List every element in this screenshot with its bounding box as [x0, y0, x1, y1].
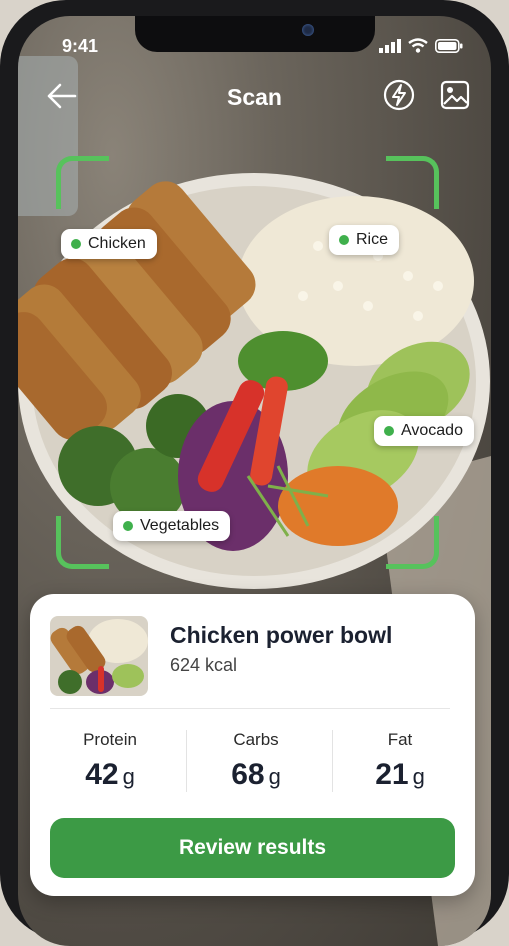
front-camera	[302, 24, 314, 36]
detection-label: Vegetables	[140, 517, 220, 534]
macro-value: 42	[85, 758, 119, 791]
macro-unit: g	[122, 764, 135, 789]
macro-unit: g	[412, 764, 425, 789]
macro-fat: Fat 21 g	[330, 730, 470, 792]
flash-icon	[383, 79, 415, 116]
status-icons	[379, 38, 463, 58]
macro-unit: g	[268, 764, 281, 789]
gallery-icon	[440, 80, 470, 115]
detection-dot	[71, 239, 81, 249]
divider	[50, 708, 450, 709]
detection-tag-vegetables[interactable]: Vegetables	[113, 511, 231, 541]
detection-dot	[339, 235, 349, 245]
macro-label: Protein	[83, 730, 137, 749]
macro-label: Carbs	[233, 730, 279, 749]
page-title: Scan	[227, 84, 282, 110]
gallery-button[interactable]	[438, 80, 472, 114]
phone-frame: 9:41 Scan Chicken Rice Avocado Vegetable…	[0, 0, 509, 946]
scan-frame-corner	[386, 516, 439, 569]
signal-icon	[379, 38, 401, 58]
camera-screen: 9:41 Scan Chicken Rice Avocado Vegetable…	[18, 16, 491, 946]
detection-label: Rice	[356, 231, 389, 248]
detection-tag-rice[interactable]: Rice	[329, 225, 400, 255]
battery-icon	[435, 38, 463, 58]
macro-value: 68	[231, 758, 265, 791]
dish-calories: 624 kcal	[170, 655, 238, 675]
wifi-icon	[408, 38, 428, 58]
detection-label: Chicken	[88, 235, 146, 252]
macro-value: 21	[375, 758, 409, 791]
detection-label: Avocado	[401, 422, 463, 439]
dish-thumbnail	[50, 616, 148, 696]
macro-label: Fat	[387, 730, 413, 749]
review-results-button[interactable]: Review results	[50, 818, 455, 878]
scan-frame-corner	[56, 156, 109, 209]
notch	[135, 16, 375, 52]
scan-frame-corner	[386, 156, 439, 209]
detection-dot	[384, 426, 394, 436]
macro-protein: Protein 42 g	[40, 730, 180, 792]
macro-carbs: Carbs 68 g	[186, 730, 326, 792]
detection-tag-avocado[interactable]: Avocado	[374, 416, 474, 446]
status-time: 9:41	[62, 36, 99, 56]
scan-frame-corner	[56, 516, 109, 569]
detection-dot	[123, 521, 133, 531]
result-card: Chicken power bowl 624 kcal Protein 42 g …	[30, 594, 475, 896]
dish-name: Chicken power bowl	[170, 622, 393, 648]
detection-tag-chicken[interactable]: Chicken	[61, 229, 157, 259]
flash-button[interactable]	[382, 79, 416, 116]
